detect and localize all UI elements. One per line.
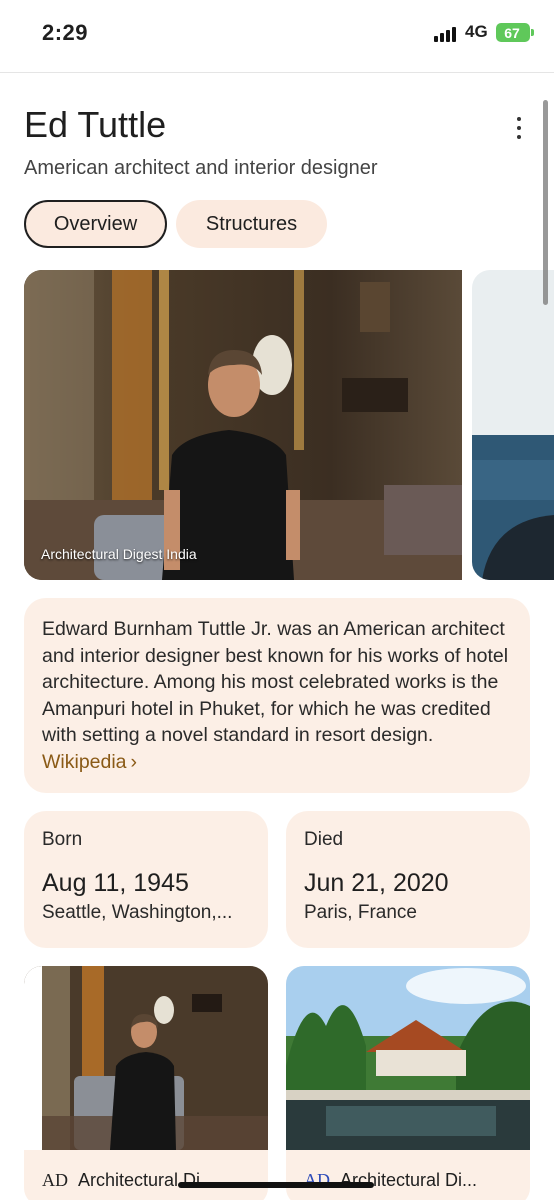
born-card[interactable]: Born Aug 11, 1945 Seattle, Washington,..… <box>24 811 268 948</box>
description-text: Edward Burnham Tuttle Jr. was an America… <box>42 618 509 747</box>
died-place: Paris, France <box>304 902 417 923</box>
battery-icon: 67 <box>496 23 534 42</box>
died-date: Jun 21, 2020 <box>304 869 449 897</box>
description-paragraph: Edward Burnham Tuttle Jr. was an America… <box>42 616 512 776</box>
born-place: Seattle, Washington,... <box>42 902 233 923</box>
hero-caption: Architectural Digest India <box>41 546 197 562</box>
born-label: Born <box>42 829 83 850</box>
header-divider <box>0 72 554 73</box>
scrollbar[interactable] <box>543 100 548 305</box>
ocean-photo <box>472 270 554 580</box>
tab-structures[interactable]: Structures <box>176 200 327 248</box>
died-label: Died <box>304 829 344 850</box>
network-type: 4G <box>465 22 488 41</box>
article-card[interactable]: AD Architectural Di... <box>286 966 530 1200</box>
battery-level: 67 <box>504 24 520 41</box>
home-indicator[interactable] <box>178 1182 374 1188</box>
chevron-right-icon[interactable]: › <box>131 751 138 773</box>
more-options-icon[interactable] <box>510 115 528 141</box>
entity-subtitle: American architect and interior designer <box>24 157 378 179</box>
article-image <box>286 966 530 1150</box>
tab-overview[interactable]: Overview <box>24 200 167 248</box>
wikipedia-link[interactable]: Wikipedia <box>42 751 127 773</box>
tab-structures-label: Structures <box>205 212 298 235</box>
entity-title: Ed Tuttle <box>24 104 167 145</box>
hero-image[interactable]: Architectural Digest India <box>24 270 462 580</box>
second-image[interactable] <box>472 270 554 580</box>
cellular-signal-icon <box>434 26 460 42</box>
ad-logo-icon: AD <box>42 1170 68 1190</box>
tab-overview-label: Overview <box>53 212 138 235</box>
status-time: 2:29 <box>42 20 89 45</box>
portrait-photo <box>24 270 462 580</box>
description-card: Edward Burnham Tuttle Jr. was an America… <box>24 598 530 793</box>
born-date: Aug 11, 1945 <box>42 869 189 897</box>
status-bar: 2:29 4G 67 <box>0 0 554 70</box>
article-image <box>24 966 268 1150</box>
died-card[interactable]: Died Jun 21, 2020 Paris, France <box>286 811 530 948</box>
article-card[interactable]: AD Architectural Di... <box>24 966 268 1200</box>
